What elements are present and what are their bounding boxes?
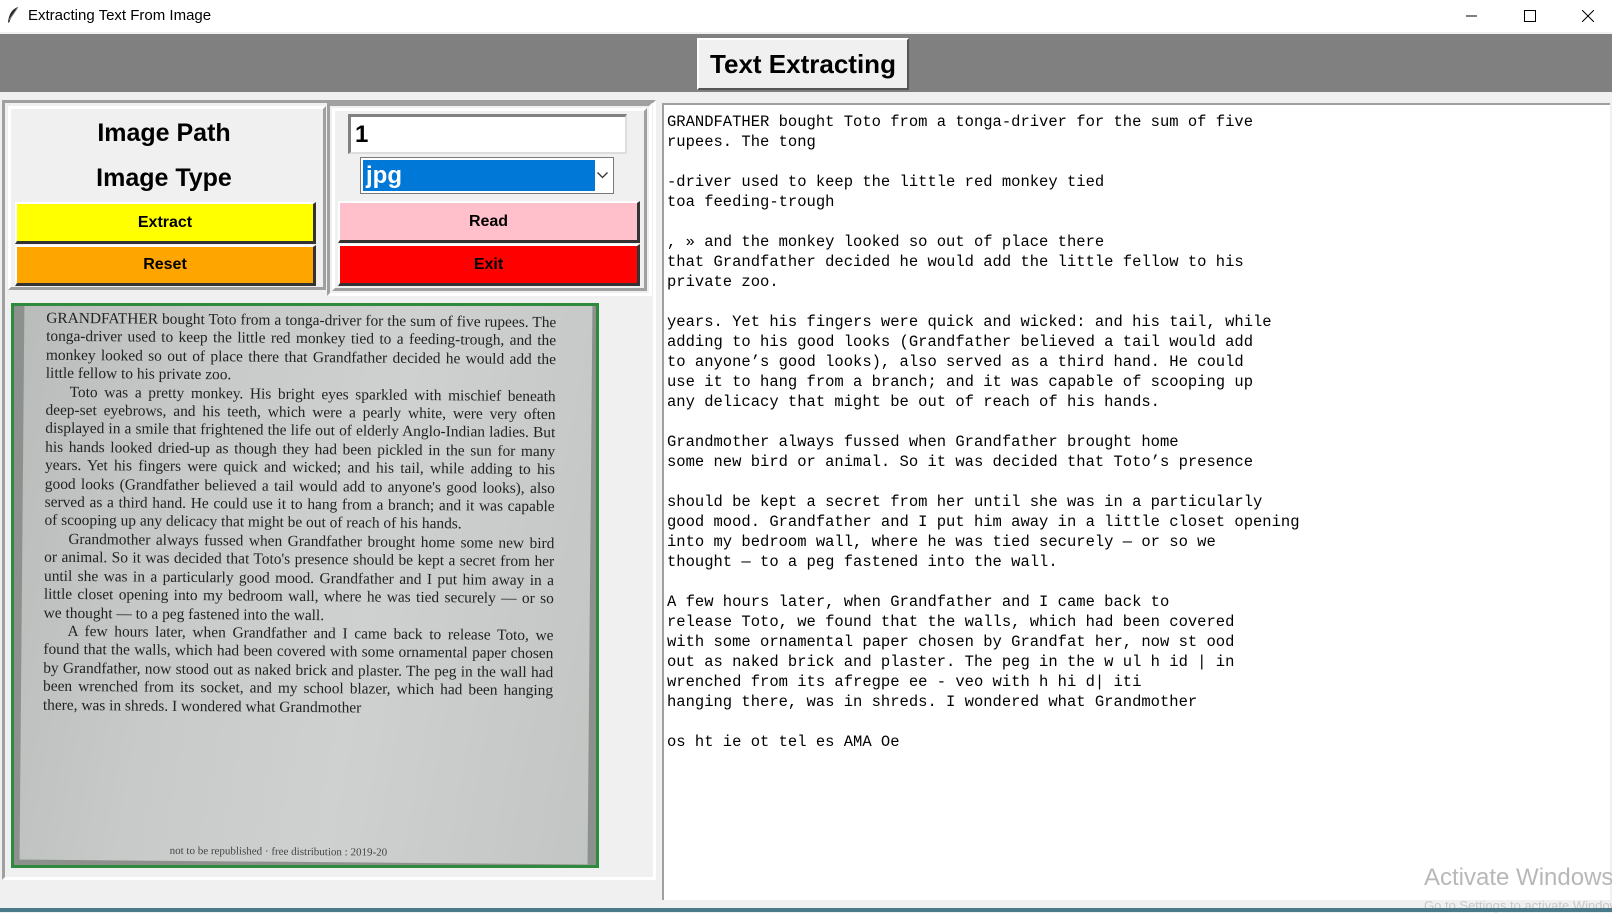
image-path-input[interactable]: 1 <box>348 114 627 154</box>
photo-paragraph: A few hours later, when Grandfather and … <box>42 622 554 717</box>
extract-button[interactable]: Extract <box>15 202 316 244</box>
photo-paragraph: Toto was a pretty monkey. His bright eye… <box>44 383 556 533</box>
output-textarea[interactable]: GRANDFATHER bought Toto from a tonga-dri… <box>662 103 1610 900</box>
header-title: Text Extracting <box>697 38 909 90</box>
photo-text: GRANDFATHER bought Toto from a tonga-dri… <box>43 310 557 719</box>
activate-windows-watermark: Activate Windows <box>1424 864 1612 891</box>
image-preview: GRANDFATHER bought Toto from a tonga-dri… <box>11 303 599 868</box>
maximize-icon <box>1524 10 1536 22</box>
read-button[interactable]: Read <box>338 201 640 243</box>
maximize-button[interactable] <box>1501 0 1559 32</box>
chevron-down-icon[interactable] <box>591 158 613 193</box>
image-type-label: Image Type <box>96 164 232 192</box>
close-button[interactable] <box>1559 0 1612 32</box>
photo-footer: not to be republished · free distributio… <box>169 844 388 859</box>
title-bar: Extracting Text From Image <box>0 0 1612 32</box>
exit-button[interactable]: Exit <box>338 244 640 286</box>
window-title: Extracting Text From Image <box>28 7 212 24</box>
extracted-text[interactable]: GRANDFATHER bought Toto from a tonga-dri… <box>667 112 1300 752</box>
image-type-select[interactable]: jpg <box>360 157 614 194</box>
taskbar-edge <box>0 908 1612 912</box>
minimize-icon <box>1466 15 1477 17</box>
photo-paragraph: Grandmother always fussed when Grandfath… <box>43 530 555 624</box>
photo-paper: GRANDFATHER bought Toto from a tonga-dri… <box>19 306 593 865</box>
reset-button[interactable]: Reset <box>15 245 316 286</box>
image-path-label: Image Path <box>97 119 231 147</box>
image-type-selected: jpg <box>363 160 595 191</box>
feather-icon <box>8 6 19 23</box>
minimize-button[interactable] <box>1443 0 1501 32</box>
photo-paragraph: GRANDFATHER bought Toto from a tonga-dri… <box>45 309 557 384</box>
close-icon <box>1582 10 1594 22</box>
